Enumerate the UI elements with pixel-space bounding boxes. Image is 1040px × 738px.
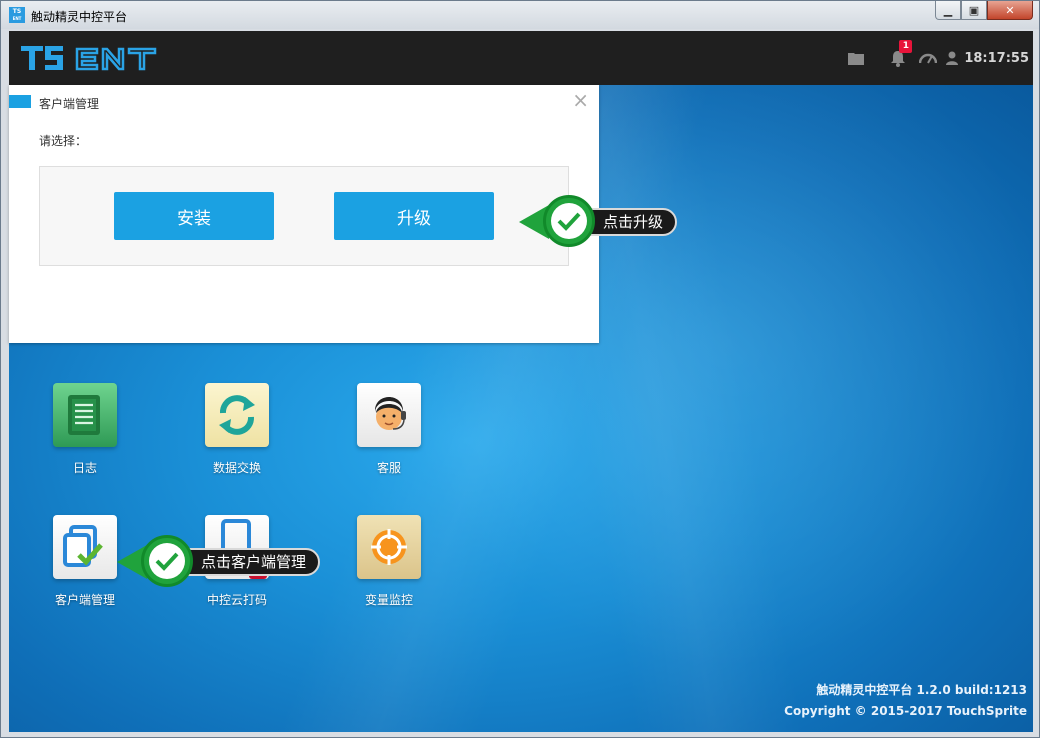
- app-label: 日志: [72, 461, 97, 475]
- sync-arrows-icon: [205, 383, 269, 447]
- check-icon: [141, 535, 193, 587]
- maximize-icon: ▣: [968, 3, 980, 17]
- log-scroll-icon: [53, 383, 117, 447]
- minimize-button[interactable]: ▁: [935, 1, 961, 20]
- app-label: 中控云打码: [206, 593, 267, 607]
- app-variable-monitor[interactable]: 变量监控: [339, 515, 439, 608]
- copyright-text: Copyright © 2015-2017 TouchSprite: [784, 704, 1027, 718]
- close-window-button[interactable]: ✕: [987, 1, 1033, 20]
- clock-time: 18:17:55: [964, 50, 1029, 66]
- speed-button[interactable]: [914, 31, 942, 85]
- notification-button[interactable]: 1: [884, 31, 913, 85]
- version-text: 触动精灵中控平台 1.2.0 build:1213: [816, 683, 1027, 697]
- app-label: 变量监控: [364, 593, 413, 607]
- app-icon-text-bottom: ENT: [12, 16, 22, 21]
- notification-badge: 1: [899, 40, 913, 53]
- user-icon: [946, 51, 959, 65]
- dialog-close-button[interactable]: ×: [572, 90, 589, 110]
- close-icon: ✕: [1005, 3, 1015, 17]
- window-titlebar[interactable]: TS ENT 触动精灵中控平台 ▁ ▣ ✕: [1, 1, 1039, 29]
- hint-click-client-manage: 点击客户端管理: [117, 535, 337, 587]
- window-controls: ▁ ▣ ✕: [935, 1, 1033, 20]
- app-label: 客户端管理: [54, 593, 115, 607]
- upgrade-button[interactable]: 升级: [334, 192, 494, 240]
- target-icon: [357, 515, 421, 579]
- app-label: 数据交换: [212, 461, 261, 475]
- client-manage-dialog: 客户端管理 × 请选择： 安装 升级: [9, 85, 599, 343]
- minimize-icon: ▁: [943, 3, 953, 17]
- window-title: 触动精灵中控平台: [31, 10, 128, 24]
- maximize-button[interactable]: ▣: [961, 1, 987, 20]
- dialog-prompt: 请选择：: [39, 134, 88, 148]
- app-label: 客服: [376, 461, 401, 475]
- dialog-title: 客户端管理: [39, 97, 100, 111]
- ts-ent-logo: [21, 46, 157, 71]
- folder-button[interactable]: [842, 31, 870, 85]
- gauge-icon: [919, 53, 938, 64]
- app-customer-service[interactable]: 客服: [339, 383, 439, 476]
- app-log[interactable]: 日志: [35, 383, 135, 476]
- dialog-options-panel: 安装 升级: [39, 166, 569, 266]
- dialog-accent-bar: [9, 95, 31, 108]
- app-logo-icon: TS ENT: [9, 7, 25, 23]
- folder-icon: [848, 53, 865, 65]
- hint-click-upgrade: 点击升级: [519, 195, 699, 247]
- install-button[interactable]: 安装: [114, 192, 274, 240]
- check-icon: [543, 195, 595, 247]
- footer-info: 触动精灵中控平台 1.2.0 build:1213 Copyright © 20…: [784, 680, 1027, 722]
- app-window: TS ENT 触动精灵中控平台 ▁ ▣ ✕ 1 18:17:55 日志 数据交换…: [0, 0, 1040, 738]
- client-manage-icon: [53, 515, 117, 579]
- close-icon: ×: [572, 88, 589, 112]
- app-icon-text-top: TS: [12, 8, 22, 15]
- header-toolbar: 1 18:17:55: [842, 31, 1029, 85]
- user-button[interactable]: [942, 31, 962, 85]
- support-agent-icon: [357, 383, 421, 447]
- app-header: 1 18:17:55: [9, 31, 1033, 85]
- app-data-exchange[interactable]: 数据交换: [187, 383, 287, 476]
